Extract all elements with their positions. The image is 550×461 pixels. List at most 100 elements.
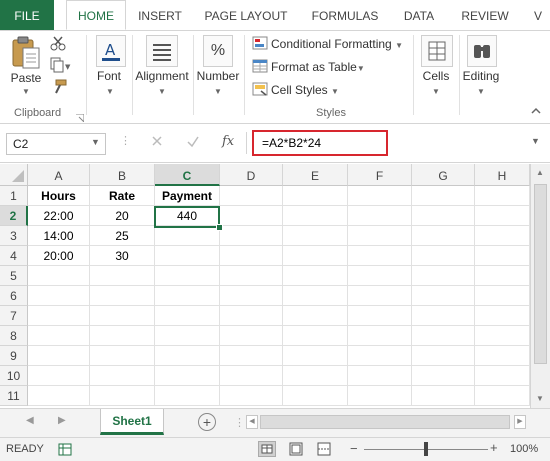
cell-h7[interactable] <box>475 306 530 326</box>
zoom-level[interactable]: 100% <box>510 443 538 455</box>
conditional-formatting-button[interactable]: Conditional Formatting ▼ <box>271 37 403 51</box>
paste-icon[interactable] <box>10 35 42 71</box>
macro-recording-icon[interactable] <box>58 443 72 459</box>
cell-g5[interactable] <box>412 266 475 286</box>
number-format-icon[interactable]: % <box>203 35 233 67</box>
cell-b3[interactable]: 25 <box>90 226 155 246</box>
formula-input[interactable]: =A2*B2*24 <box>252 130 388 156</box>
format-as-table-button[interactable]: Format as Table▼ <box>271 60 365 74</box>
cell-b1[interactable]: Rate <box>90 186 155 206</box>
cells-button[interactable]: Cells <box>414 69 458 83</box>
column-header-a[interactable]: A <box>28 164 90 186</box>
cell-h2[interactable] <box>475 206 530 226</box>
cell-e11[interactable] <box>283 386 348 406</box>
cell-b8[interactable] <box>90 326 155 346</box>
cell-f3[interactable] <box>348 226 412 246</box>
cell-a8[interactable] <box>28 326 90 346</box>
row-header-8[interactable]: 8 <box>0 326 28 346</box>
new-sheet-icon[interactable]: + <box>198 413 216 431</box>
cell-h10[interactable] <box>475 366 530 386</box>
cell-b11[interactable] <box>90 386 155 406</box>
cell-b10[interactable] <box>90 366 155 386</box>
cell-e8[interactable] <box>283 326 348 346</box>
normal-view-icon[interactable] <box>258 441 276 457</box>
column-header-h[interactable]: H <box>475 164 530 186</box>
tab-file[interactable]: FILE <box>0 0 54 30</box>
tab-data[interactable]: DATA <box>394 0 444 30</box>
worksheet-grid[interactable]: ABCDEFGH 1 2 3 4 5 6 7 8 9 10 11 Hours Rate Payment 2… <box>0 164 550 408</box>
tab-view[interactable]: V <box>528 0 548 30</box>
alignment-icon[interactable] <box>146 35 178 67</box>
cell-h4[interactable] <box>475 246 530 266</box>
cell-f10[interactable] <box>348 366 412 386</box>
cell-g2[interactable] <box>412 206 475 226</box>
tab-insert[interactable]: INSERT <box>132 0 188 30</box>
font-button[interactable]: Font <box>86 69 132 83</box>
cells-icon[interactable] <box>421 35 453 67</box>
fill-handle[interactable] <box>216 224 223 231</box>
cell-styles-button[interactable]: Cell Styles ▼ <box>271 83 339 97</box>
font-icon[interactable]: A <box>96 35 126 67</box>
tabs-splitter-icon[interactable]: ⋮ <box>234 416 245 429</box>
cell-d6[interactable] <box>220 286 283 306</box>
cell-d4[interactable] <box>220 246 283 266</box>
row-header-2[interactable]: 2 <box>0 206 28 226</box>
cell-a9[interactable] <box>28 346 90 366</box>
scroll-up-icon[interactable]: ▲ <box>536 168 544 177</box>
cell-e5[interactable] <box>283 266 348 286</box>
row-header-5[interactable]: 5 <box>0 266 28 286</box>
cell-b5[interactable] <box>90 266 155 286</box>
cell-h5[interactable] <box>475 266 530 286</box>
cell-h3[interactable] <box>475 226 530 246</box>
page-break-view-icon[interactable] <box>316 442 332 459</box>
zoom-out-button[interactable]: − <box>350 441 358 456</box>
cell-c4[interactable] <box>155 246 220 266</box>
cell-b7[interactable] <box>90 306 155 326</box>
sheet-tab-sheet1[interactable]: Sheet1 <box>100 409 164 435</box>
row-header-9[interactable]: 9 <box>0 346 28 366</box>
row-header-7[interactable]: 7 <box>0 306 28 326</box>
cell-a3[interactable]: 14:00 <box>28 226 90 246</box>
font-dropdown-icon[interactable]: ▼ <box>106 87 114 96</box>
collapse-ribbon-icon[interactable] <box>530 105 542 119</box>
cell-b9[interactable] <box>90 346 155 366</box>
cell-h11[interactable] <box>475 386 530 406</box>
cell-d2[interactable] <box>220 206 283 226</box>
cell-h9[interactable] <box>475 346 530 366</box>
cell-d5[interactable] <box>220 266 283 286</box>
insert-function-button[interactable]: fx <box>222 134 234 149</box>
vertical-scrollbar[interactable]: ▲ ▼ <box>530 164 550 408</box>
row-header-6[interactable]: 6 <box>0 286 28 306</box>
cell-a2[interactable]: 22:00 <box>28 206 90 226</box>
cell-f9[interactable] <box>348 346 412 366</box>
tab-formulas[interactable]: FORMULAS <box>304 0 386 30</box>
cell-h6[interactable] <box>475 286 530 306</box>
cell-d11[interactable] <box>220 386 283 406</box>
column-header-d[interactable]: D <box>220 164 283 186</box>
alignment-button[interactable]: Alignment <box>133 69 191 83</box>
cell-a4[interactable]: 20:00 <box>28 246 90 266</box>
cell-b4[interactable]: 30 <box>90 246 155 266</box>
column-header-e[interactable]: E <box>283 164 348 186</box>
zoom-slider-thumb[interactable] <box>424 442 428 456</box>
cell-h8[interactable] <box>475 326 530 346</box>
zoom-in-button[interactable]: + <box>490 440 498 455</box>
sheet-nav-prev-icon[interactable]: ◀ <box>26 415 34 426</box>
cell-e4[interactable] <box>283 246 348 266</box>
cell-e2[interactable] <box>283 206 348 226</box>
editing-dropdown-icon[interactable]: ▼ <box>477 87 485 96</box>
scroll-left-icon[interactable]: ◀ <box>246 415 258 429</box>
cell-c11[interactable] <box>155 386 220 406</box>
cell-a5[interactable] <box>28 266 90 286</box>
number-dropdown-icon[interactable]: ▼ <box>214 87 222 96</box>
cancel-icon[interactable] <box>150 134 164 151</box>
cell-g9[interactable] <box>412 346 475 366</box>
name-box[interactable]: C2 ▼ <box>6 133 106 155</box>
chevron-down-icon[interactable]: ▼ <box>91 137 100 147</box>
cell-f2[interactable] <box>348 206 412 226</box>
cells-dropdown-icon[interactable]: ▼ <box>432 87 440 96</box>
format-painter-icon[interactable] <box>50 79 68 98</box>
column-header-f[interactable]: F <box>348 164 412 186</box>
cell-d1[interactable] <box>220 186 283 206</box>
scroll-right-icon[interactable]: ▶ <box>514 415 526 429</box>
